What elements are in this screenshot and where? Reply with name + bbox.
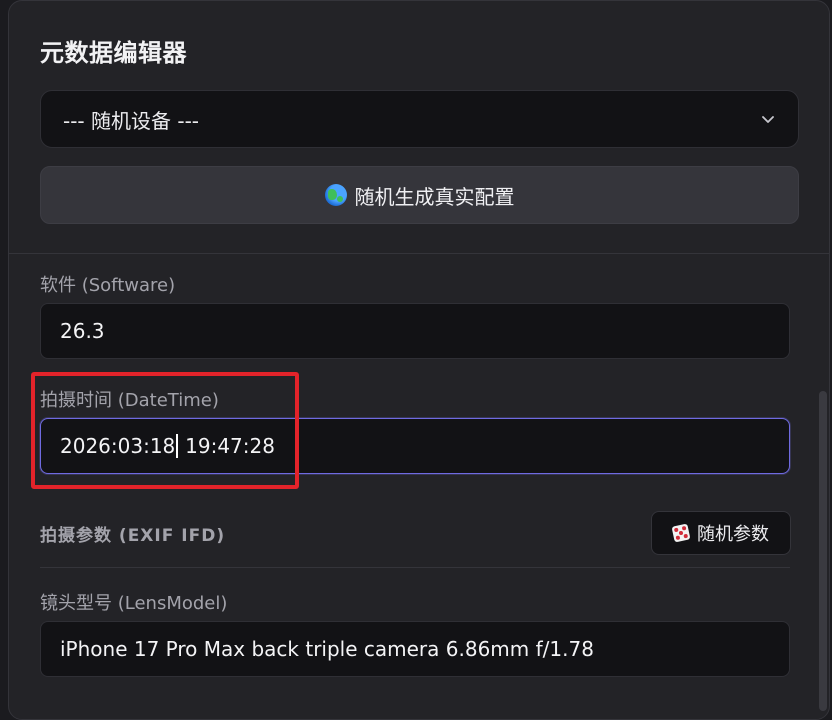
software-input[interactable]: 26.3	[40, 303, 790, 359]
random-params-button[interactable]: 随机参数	[651, 511, 791, 555]
dice-icon	[671, 523, 691, 543]
random-params-label: 随机参数	[697, 524, 769, 545]
generate-button-label: 随机生成真实配置	[354, 184, 515, 209]
chevron-down-icon	[762, 116, 774, 123]
lens-model-input[interactable]: iPhone 17 Pro Max back triple camera 6.8…	[40, 621, 790, 677]
device-select[interactable]: --- 随机设备 ---	[40, 90, 799, 148]
scrollbar[interactable]	[819, 391, 827, 711]
software-value: 26.3	[60, 319, 105, 343]
datetime-value-part1: 2026:03:18	[60, 434, 176, 458]
exif-section-title: 拍摄参数 (EXIF IFD)	[40, 526, 226, 546]
generate-real-config-button[interactable]: 随机生成真实配置	[40, 166, 799, 224]
globe-icon	[324, 184, 347, 206]
page-title: 元数据编辑器	[40, 39, 187, 67]
datetime-label: 拍摄时间 (DateTime)	[40, 390, 219, 411]
text-caret	[176, 434, 178, 458]
datetime-value-part2: 19:47:28	[178, 434, 275, 458]
datetime-input[interactable]: 2026:03:18 19:47:28	[40, 418, 790, 474]
exif-divider	[40, 567, 790, 568]
software-label: 软件 (Software)	[40, 275, 176, 296]
lens-model-label: 镜头型号 (LensModel)	[40, 593, 228, 614]
section-divider	[9, 253, 829, 254]
metadata-editor-panel: 元数据编辑器 --- 随机设备 --- 随机生成真实配置 软件 (Softwar…	[8, 0, 830, 720]
device-select-value: --- 随机设备 ---	[63, 108, 200, 133]
lens-model-value: iPhone 17 Pro Max back triple camera 6.8…	[60, 637, 594, 661]
